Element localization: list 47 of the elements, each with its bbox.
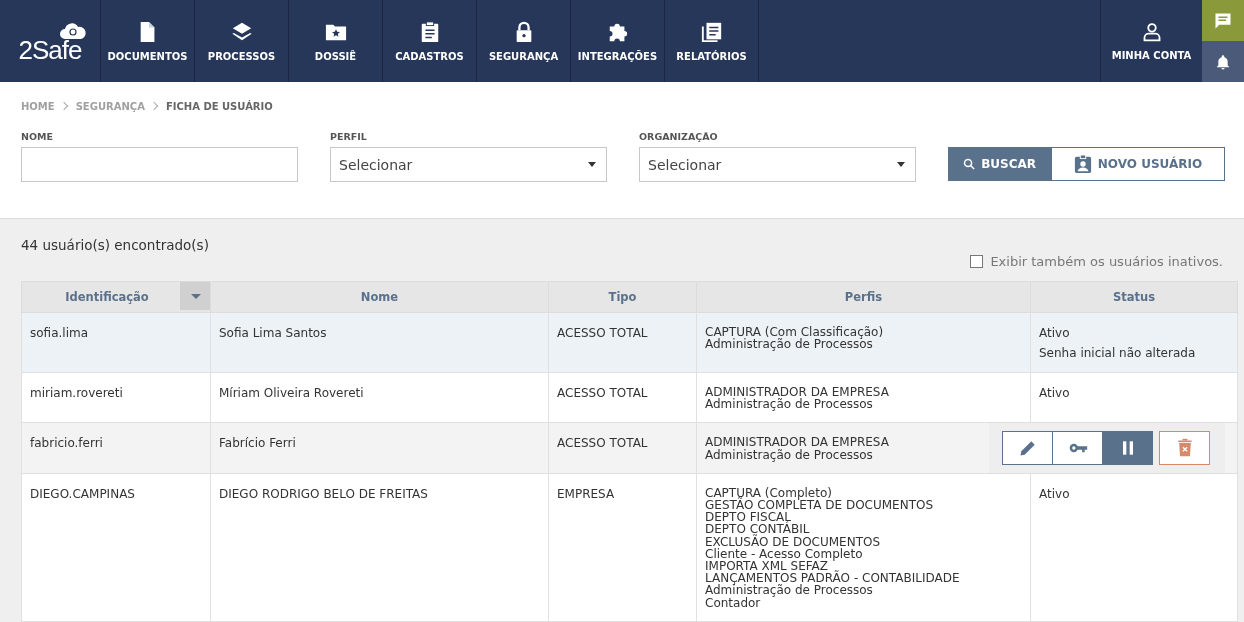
profile-text: Cliente - Acesso Completo [705,547,864,561]
column-header[interactable]: Perfis [696,281,1031,313]
profile-text: LANÇAMENTOS PADRÃO - CONTABILIDADE [705,572,961,585]
status-text: Ativo [1039,326,1071,340]
logo-text: 2Safe [18,34,82,66]
table-cell: miriam.rovereti [21,372,211,423]
profile-text: Administração de Processos [705,398,874,411]
search-button[interactable]: BUSCAR [948,147,1051,181]
breadcrumb-link[interactable]: FICHA DE USUÁRIO [165,100,273,112]
table-cell: fabricio.ferri [21,422,211,474]
profile-text: Administração de Processos [705,584,874,597]
table-cell: Míriam Oliveira Rovereti [210,372,549,423]
profile-text: DEPTO CONTÁBIL [705,523,811,536]
table-cell: ACESSO TOTAL [548,372,697,423]
profile-text: IMPORTA XML SEFAZ [705,560,828,573]
table-cell: DIEGO.CAMPINAS [21,473,211,622]
results-count: 44 usuário(s) encontrado(s) [21,237,209,255]
column-header[interactable]: Tipo [548,281,697,313]
table-cell: ACESSO TOTAL [548,312,697,373]
column-header[interactable]: Identificação [21,281,211,313]
table-cell: Sofia Lima Santos [210,312,549,373]
status-text: Ativo [1039,486,1071,501]
checkbox-label[interactable]: Exibir também os usuários inativos. [990,253,1223,269]
profile-text: Contador [705,596,761,609]
status-text: Senha inicial não alterada [1039,346,1197,360]
select-dropdown[interactable]: Selecionar [639,147,916,182]
status-text: Ativo [1039,386,1071,400]
profile-text: Administração de Processos [705,338,873,351]
table-cell: ACESSO TOTAL [548,422,697,474]
table-cell: sofia.lima [21,312,211,373]
column-header[interactable]: Nome [210,281,549,313]
profile-text: ADMINISTRADOR DA EMPRESA [705,436,890,449]
column-header[interactable]: Status [1030,281,1238,313]
profile-text: ADMINISTRADOR DA EMPRESA [705,386,890,399]
new-user-button[interactable]: NOVO USUÁRIO [1051,147,1225,181]
field-label: NOME [21,131,54,142]
table-cell: Fabrício Ferri [210,422,549,474]
field-label: PERFIL [330,131,368,142]
profile-text: EXCLUSÃO DE DOCUMENTOS [705,535,882,548]
field-label: ORGANIZAÇÃO [639,131,719,142]
table-cell: EMPRESA [548,473,697,622]
select-dropdown[interactable]: Selecionar [330,147,607,182]
profile-text: DEPTO FISCAL [705,511,791,524]
profile-text: CAPTURA (Com Classificação) [705,326,885,339]
table-cell: DIEGO RODRIGO BELO DE FREITAS [210,473,549,622]
profile-text: CAPTURA (Completo) [705,486,832,499]
profile-text: Administração de Processos [705,448,874,461]
